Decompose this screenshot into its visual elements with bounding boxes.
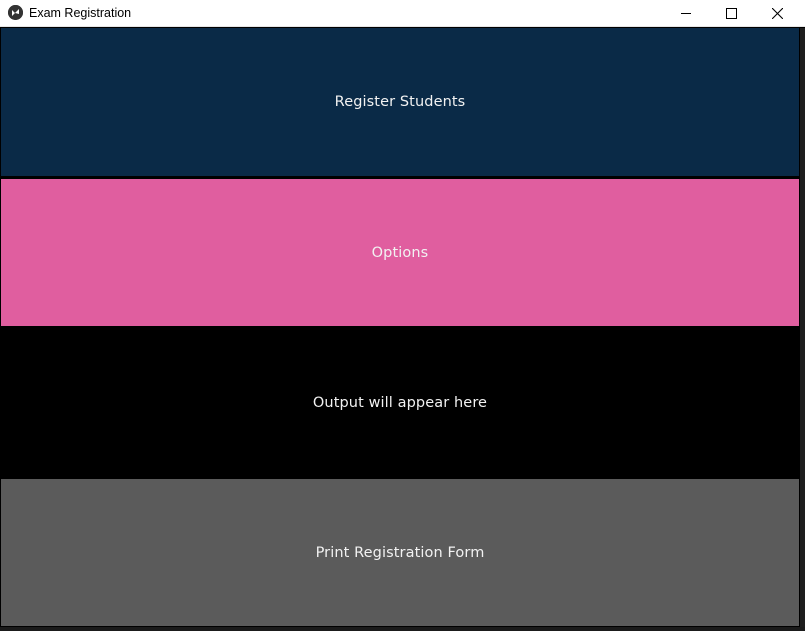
main-content: Register Students Options Output will ap…: [0, 28, 800, 628]
options-label: Options: [371, 244, 429, 261]
options-button[interactable]: Options: [1, 179, 799, 326]
close-icon: [771, 7, 783, 19]
app-window: Exam Registration Register Students Opti…: [0, 0, 805, 631]
window-bottom-edge: [0, 627, 805, 631]
minimize-button[interactable]: [663, 0, 709, 26]
window-right-edge: [800, 28, 805, 631]
maximize-icon: [725, 7, 737, 19]
print-registration-form-label: Print Registration Form: [315, 544, 485, 561]
close-button[interactable]: [754, 0, 800, 26]
app-icon: [8, 5, 23, 20]
minimize-icon: [681, 8, 691, 18]
title-bar[interactable]: Exam Registration: [0, 0, 805, 27]
print-registration-form-button[interactable]: Print Registration Form: [1, 479, 799, 626]
maximize-button[interactable]: [708, 0, 754, 26]
output-area: Output will appear here: [1, 328, 799, 478]
register-students-label: Register Students: [334, 94, 466, 110]
window-title: Exam Registration: [29, 6, 132, 20]
output-text: Output will appear here: [312, 395, 488, 411]
register-students-button[interactable]: Register Students: [1, 28, 799, 176]
